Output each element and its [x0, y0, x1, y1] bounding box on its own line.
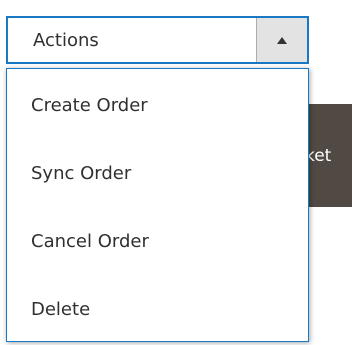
menu-item-label: Create Order — [31, 94, 148, 116]
actions-menu: Create Order Sync Order Cancel Order Del… — [6, 68, 309, 342]
caret-up-icon — [277, 36, 287, 44]
dropdown-arrow-button[interactable] — [256, 18, 307, 62]
actions-dropdown-toggle[interactable]: Actions — [6, 16, 309, 64]
stage: rket Actions Create Order Sync Order Can… — [0, 0, 352, 345]
actions-dropdown-label: Actions — [33, 29, 99, 51]
menu-item-cancel-order[interactable]: Cancel Order — [7, 207, 308, 275]
menu-item-create-order[interactable]: Create Order — [7, 71, 308, 139]
menu-item-label: Cancel Order — [31, 230, 149, 252]
menu-item-label: Delete — [31, 298, 91, 320]
actions-dropdown: Actions Create Order Sync Order Cancel O… — [6, 16, 309, 342]
menu-item-sync-order[interactable]: Sync Order — [7, 139, 308, 207]
menu-item-delete[interactable]: Delete — [7, 275, 308, 343]
menu-item-label: Sync Order — [31, 162, 132, 184]
